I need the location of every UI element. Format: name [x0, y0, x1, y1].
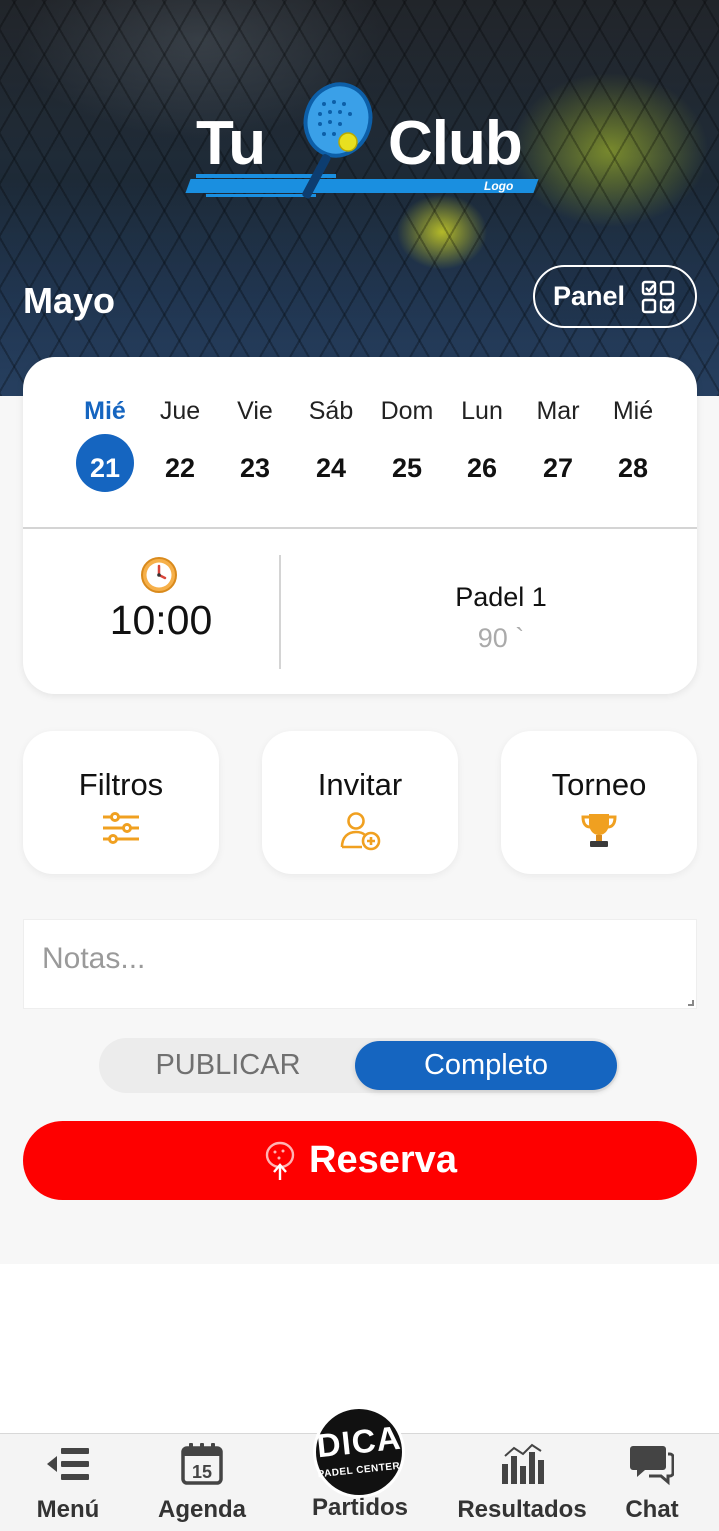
menu-icon	[47, 1448, 89, 1480]
day-name: Vie	[237, 397, 273, 425]
resize-handle[interactable]	[688, 1000, 694, 1006]
brand-badge[interactable]: DICA PADEL CENTER	[313, 1406, 405, 1498]
day-date: 23	[239, 453, 271, 483]
day-date: 24	[315, 453, 347, 483]
bar-chart-icon	[502, 1443, 544, 1484]
day-date: 21	[89, 453, 121, 483]
nav-label: Agenda	[157, 1496, 246, 1523]
day-item[interactable]: Jue 22	[142, 357, 218, 527]
calendar-day-number: 15	[192, 1462, 212, 1482]
day-item[interactable]: Sáb 24	[293, 357, 369, 527]
chat-icon	[630, 1446, 674, 1486]
panel-label: Panel	[553, 281, 626, 311]
court-name[interactable]: Padel 1	[443, 582, 559, 613]
panel-button[interactable]: Panel	[533, 265, 697, 328]
padel-racket-icon	[265, 1141, 295, 1180]
day-item[interactable]: Mar 27	[520, 357, 596, 527]
padel-racket-icon	[302, 82, 373, 199]
nav-item-results[interactable]: Resultados	[457, 1434, 587, 1531]
notes-placeholder: Notas...	[42, 942, 146, 975]
reserve-button[interactable]: Reserva	[23, 1121, 697, 1200]
filters-button[interactable]: Filtros	[23, 731, 219, 874]
invite-label: Invitar	[317, 767, 403, 802]
day-item[interactable]: Dom 25	[369, 357, 445, 527]
calendar-icon: 15	[181, 1443, 223, 1485]
booking-card: Mié 21 Jue 22 Vie 23 Sáb 24 Dom 25 Lun 2…	[23, 357, 697, 694]
nav-item-menu[interactable]: Menú	[18, 1434, 118, 1531]
brand-name: DICA	[314, 1418, 403, 1465]
tournament-label: Torneo	[551, 767, 647, 802]
day-date: 28	[617, 453, 649, 483]
day-name: Dom	[380, 397, 434, 425]
publish-toggle[interactable]: PUBLICAR Completo	[99, 1038, 619, 1093]
time-value[interactable]: 10:00	[23, 597, 299, 644]
nav-label: Menú	[36, 1496, 100, 1523]
day-name: Mié	[612, 397, 654, 425]
toggle-option-complete[interactable]: Completo	[355, 1041, 617, 1090]
sliders-icon	[103, 812, 139, 844]
dashboard-grid-icon	[641, 280, 675, 313]
day-date: 26	[466, 453, 498, 483]
duration-value: 90 `	[477, 623, 525, 653]
day-name: Sáb	[308, 397, 354, 425]
logo-text-tu: Tu	[196, 109, 266, 178]
add-user-icon	[340, 812, 381, 851]
day-item[interactable]: Vie 23	[217, 357, 293, 527]
logo-text-club: Club	[388, 109, 523, 178]
vertical-divider	[279, 555, 281, 669]
day-name: Jue	[159, 397, 201, 425]
filters-label: Filtros	[78, 767, 164, 802]
day-name: Mié	[84, 397, 126, 425]
day-item[interactable]: Mié 21	[67, 357, 143, 527]
hero-banner: Tu Club Logo Mayo Panel	[0, 0, 719, 396]
reserve-label: Reserva	[309, 1139, 457, 1181]
tournament-button[interactable]: Torneo	[501, 731, 697, 874]
day-name: Mar	[536, 397, 580, 425]
day-name: Lun	[461, 397, 503, 425]
logo-subtitle: Logo	[484, 179, 514, 193]
nav-item-chat[interactable]: Chat	[612, 1434, 692, 1531]
day-item[interactable]: Mié 28	[595, 357, 671, 527]
club-logo: Tu Club Logo	[185, 82, 539, 206]
divider	[23, 527, 697, 529]
day-item[interactable]: Lun 26	[444, 357, 520, 527]
day-date: 22	[164, 453, 196, 483]
notes-field[interactable]: Notas...	[23, 919, 697, 1009]
app-screen: Tu Club Logo Mayo Panel Mié 21 Jue 22 Vi…	[0, 0, 719, 1531]
clock-icon	[141, 557, 177, 593]
month-title: Mayo	[23, 280, 116, 321]
day-date: 27	[542, 453, 574, 483]
day-date: 25	[391, 453, 423, 483]
nav-label: Partidos	[311, 1494, 409, 1521]
nav-item-agenda[interactable]: 15 Agenda	[152, 1434, 252, 1531]
trophy-icon	[581, 814, 617, 847]
date-selector: Mié 21 Jue 22 Vie 23 Sáb 24 Dom 25 Lun 2…	[23, 357, 697, 527]
nav-label: Resultados	[457, 1496, 587, 1523]
invite-button[interactable]: Invitar	[262, 731, 458, 874]
toggle-option-publish[interactable]: PUBLICAR	[99, 1038, 357, 1093]
nav-label: Chat	[625, 1496, 679, 1523]
